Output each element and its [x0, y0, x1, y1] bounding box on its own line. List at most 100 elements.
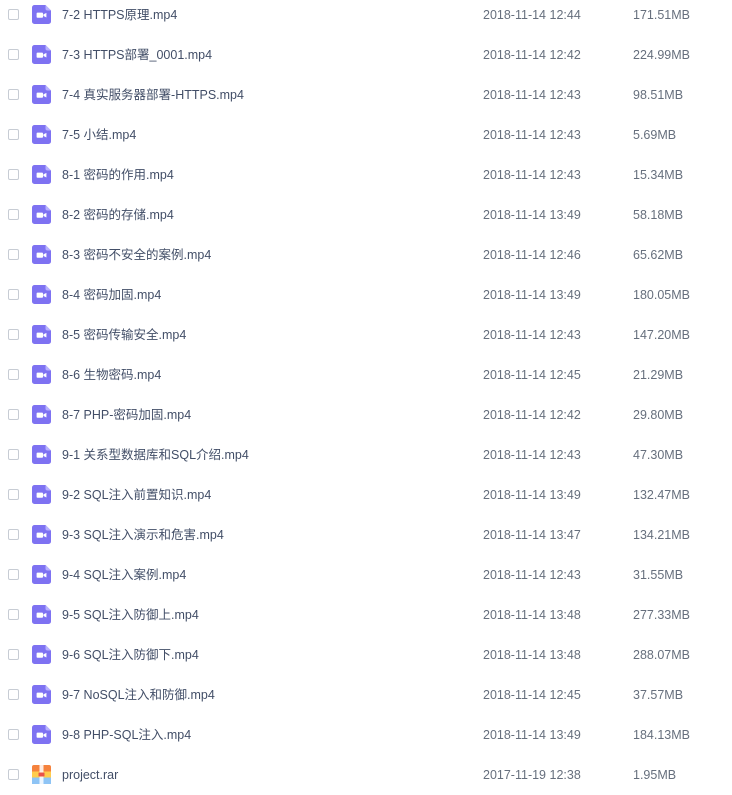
video-file-icon[interactable] — [32, 45, 51, 64]
row-checkbox[interactable] — [8, 409, 19, 420]
video-file-icon[interactable] — [32, 85, 51, 104]
file-row[interactable]: 8-6 生物密码.mp4 2018-11-14 12:45 21.29MB — [0, 355, 732, 395]
row-checkbox[interactable] — [8, 249, 19, 260]
file-name[interactable]: 7-2 HTTPS原理.mp4 — [62, 7, 177, 23]
file-name[interactable]: 9-8 PHP-SQL注入.mp4 — [62, 727, 191, 743]
file-row[interactable]: 7-4 真实服务器部署-HTTPS.mp4 2018-11-14 12:43 9… — [0, 75, 732, 115]
file-name[interactable]: 9-7 NoSQL注入和防御.mp4 — [62, 687, 215, 703]
file-name[interactable]: 7-3 HTTPS部署_0001.mp4 — [62, 47, 212, 63]
video-file-icon[interactable] — [32, 685, 51, 704]
file-name[interactable]: 8-3 密码不安全的案例.mp4 — [62, 247, 211, 263]
video-file-icon[interactable] — [32, 525, 51, 544]
file-row[interactable]: 8-3 密码不安全的案例.mp4 2018-11-14 12:46 65.62M… — [0, 235, 732, 275]
row-checkbox[interactable] — [8, 449, 19, 460]
file-row[interactable]: 9-4 SQL注入案例.mp4 2018-11-14 12:43 31.55MB — [0, 555, 732, 595]
file-size: 65.62MB — [633, 248, 684, 262]
video-file-icon[interactable] — [32, 5, 51, 24]
file-size: 134.21MB — [633, 528, 690, 542]
file-name[interactable]: 8-2 密码的存储.mp4 — [62, 207, 174, 223]
file-name[interactable]: 8-5 密码传输安全.mp4 — [62, 327, 186, 343]
file-size: 47.30MB — [633, 448, 684, 462]
video-file-icon[interactable] — [32, 605, 51, 624]
file-modified-date: 2018-11-14 12:43 — [483, 128, 581, 142]
video-file-icon[interactable] — [32, 565, 51, 584]
file-size: 288.07MB — [633, 648, 690, 662]
file-modified-date: 2018-11-14 13:47 — [483, 528, 581, 542]
file-row[interactable]: 9-7 NoSQL注入和防御.mp4 2018-11-14 12:45 37.5… — [0, 675, 732, 715]
video-file-icon[interactable] — [32, 645, 51, 664]
file-size: 5.69MB — [633, 128, 677, 142]
row-checkbox[interactable] — [8, 209, 19, 220]
row-checkbox[interactable] — [8, 129, 19, 140]
row-checkbox[interactable] — [8, 529, 19, 540]
file-row[interactable]: 9-1 关系型数据库和SQL介绍.mp4 2018-11-14 12:43 47… — [0, 435, 732, 475]
file-row[interactable]: project.rar 2017-11-19 12:38 1.95MB — [0, 755, 732, 795]
file-row[interactable]: 8-7 PHP-密码加固.mp4 2018-11-14 12:42 29.80M… — [0, 395, 732, 435]
file-name[interactable]: 9-6 SQL注入防御下.mp4 — [62, 647, 199, 663]
file-name[interactable]: 7-5 小结.mp4 — [62, 127, 136, 143]
video-file-icon[interactable] — [32, 285, 51, 304]
row-checkbox[interactable] — [8, 89, 19, 100]
file-name[interactable]: 9-3 SQL注入演示和危害.mp4 — [62, 527, 224, 543]
row-checkbox[interactable] — [8, 369, 19, 380]
archive-file-icon[interactable] — [32, 765, 51, 784]
row-checkbox[interactable] — [8, 329, 19, 340]
file-name[interactable]: 9-2 SQL注入前置知识.mp4 — [62, 487, 211, 503]
row-checkbox[interactable] — [8, 9, 19, 20]
file-size: 58.18MB — [633, 208, 684, 222]
file-row[interactable]: 8-5 密码传输安全.mp4 2018-11-14 12:43 147.20MB — [0, 315, 732, 355]
video-file-icon[interactable] — [32, 445, 51, 464]
file-row[interactable]: 9-8 PHP-SQL注入.mp4 2018-11-14 13:49 184.1… — [0, 715, 732, 755]
file-modified-date: 2018-11-14 13:49 — [483, 288, 581, 302]
row-checkbox[interactable] — [8, 729, 19, 740]
file-name[interactable]: 9-5 SQL注入防御上.mp4 — [62, 607, 199, 623]
file-modified-date: 2018-11-14 12:43 — [483, 328, 581, 342]
file-size: 29.80MB — [633, 408, 684, 422]
video-file-icon[interactable] — [32, 485, 51, 504]
video-file-icon[interactable] — [32, 205, 51, 224]
video-file-icon[interactable] — [32, 125, 51, 144]
video-file-icon[interactable] — [32, 365, 51, 384]
video-file-icon[interactable] — [32, 405, 51, 424]
video-file-icon[interactable] — [32, 165, 51, 184]
file-name[interactable]: 8-1 密码的作用.mp4 — [62, 167, 174, 183]
file-name[interactable]: 7-4 真实服务器部署-HTTPS.mp4 — [62, 87, 244, 103]
file-modified-date: 2018-11-14 12:43 — [483, 168, 581, 182]
file-size: 98.51MB — [633, 88, 684, 102]
file-name[interactable]: 8-7 PHP-密码加固.mp4 — [62, 407, 191, 423]
file-row[interactable]: 9-2 SQL注入前置知识.mp4 2018-11-14 13:49 132.4… — [0, 475, 732, 515]
row-checkbox[interactable] — [8, 489, 19, 500]
file-name[interactable]: 8-6 生物密码.mp4 — [62, 367, 161, 383]
row-checkbox[interactable] — [8, 769, 19, 780]
file-name[interactable]: project.rar — [62, 767, 118, 783]
file-name[interactable]: 8-4 密码加固.mp4 — [62, 287, 161, 303]
row-checkbox[interactable] — [8, 49, 19, 60]
row-checkbox[interactable] — [8, 289, 19, 300]
file-row[interactable]: 8-4 密码加固.mp4 2018-11-14 13:49 180.05MB — [0, 275, 732, 315]
file-modified-date: 2018-11-14 12:43 — [483, 88, 581, 102]
file-name[interactable]: 9-4 SQL注入案例.mp4 — [62, 567, 186, 583]
file-row[interactable]: 7-2 HTTPS原理.mp4 2018-11-14 12:44 171.51M… — [0, 0, 732, 35]
file-size: 277.33MB — [633, 608, 690, 622]
video-file-icon[interactable] — [32, 725, 51, 744]
file-name[interactable]: 9-1 关系型数据库和SQL介绍.mp4 — [62, 447, 249, 463]
file-row[interactable]: 8-2 密码的存储.mp4 2018-11-14 13:49 58.18MB — [0, 195, 732, 235]
file-modified-date: 2018-11-14 13:49 — [483, 488, 581, 502]
row-checkbox[interactable] — [8, 689, 19, 700]
video-file-icon[interactable] — [32, 245, 51, 264]
file-row[interactable]: 8-1 密码的作用.mp4 2018-11-14 12:43 15.34MB — [0, 155, 732, 195]
file-modified-date: 2018-11-14 12:45 — [483, 368, 581, 382]
file-row[interactable]: 7-3 HTTPS部署_0001.mp4 2018-11-14 12:42 22… — [0, 35, 732, 75]
row-checkbox[interactable] — [8, 169, 19, 180]
file-row[interactable]: 9-6 SQL注入防御下.mp4 2018-11-14 13:48 288.07… — [0, 635, 732, 675]
row-checkbox[interactable] — [8, 649, 19, 660]
file-row[interactable]: 9-5 SQL注入防御上.mp4 2018-11-14 13:48 277.33… — [0, 595, 732, 635]
file-modified-date: 2018-11-14 12:44 — [483, 8, 581, 22]
file-row[interactable]: 9-3 SQL注入演示和危害.mp4 2018-11-14 13:47 134.… — [0, 515, 732, 555]
file-modified-date: 2018-11-14 13:48 — [483, 608, 581, 622]
file-size: 37.57MB — [633, 688, 684, 702]
row-checkbox[interactable] — [8, 569, 19, 580]
video-file-icon[interactable] — [32, 325, 51, 344]
file-row[interactable]: 7-5 小结.mp4 2018-11-14 12:43 5.69MB — [0, 115, 732, 155]
row-checkbox[interactable] — [8, 609, 19, 620]
